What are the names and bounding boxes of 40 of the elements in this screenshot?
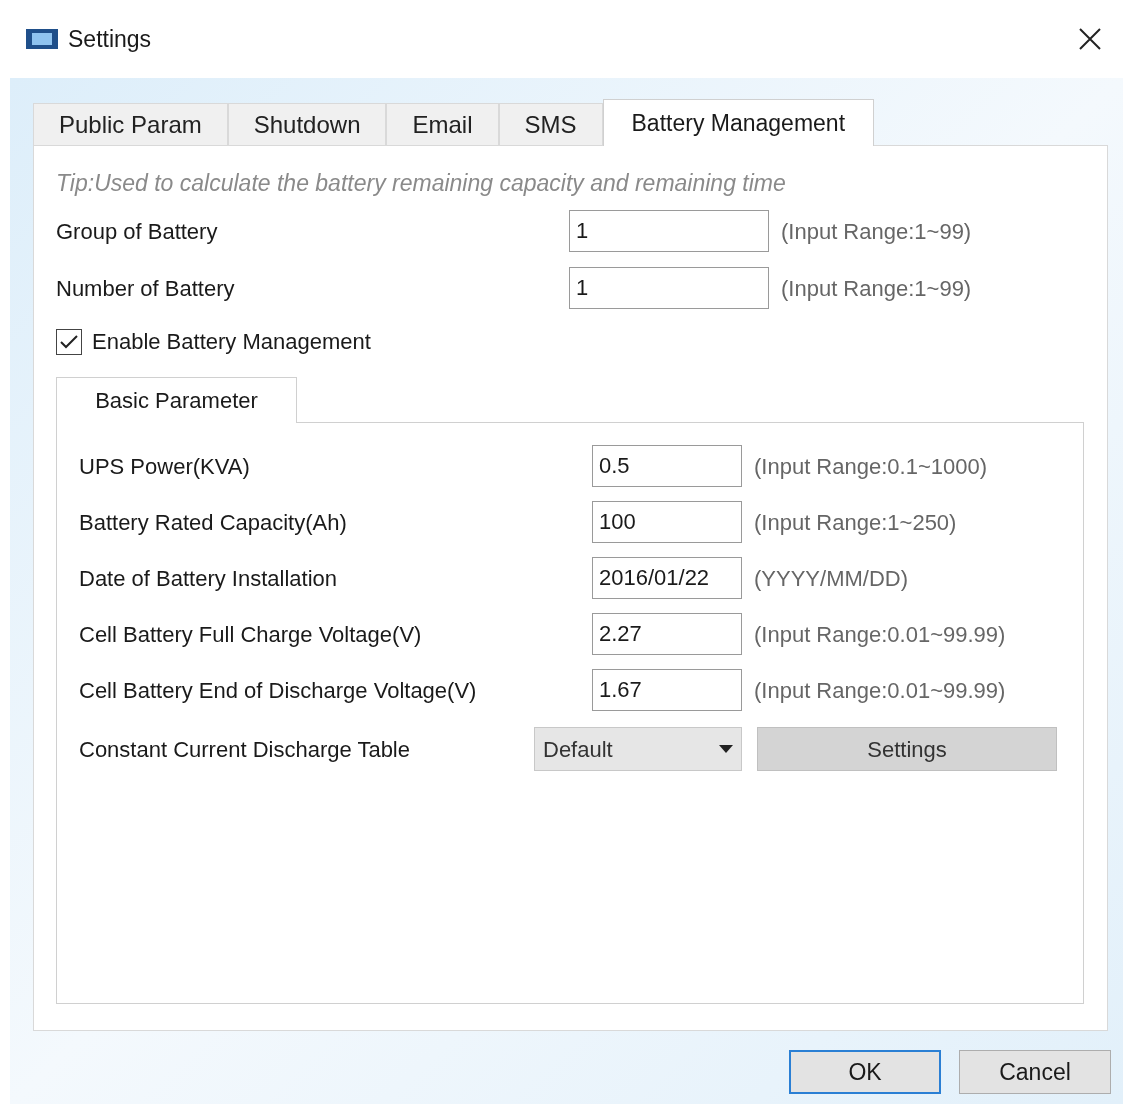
check-icon (59, 333, 79, 350)
input-field[interactable]: 2016/01/22 (592, 557, 742, 599)
checkbox-label: Enable Battery Management (92, 328, 371, 356)
tab[interactable]: Shutdown (227, 103, 387, 145)
range-hint: (Input Range:0.01~99.99) (754, 676, 1006, 705)
range-hint: (Input Range:1~99) (781, 217, 973, 246)
tab[interactable]: Public Param (33, 103, 228, 145)
input-field[interactable]: 1 (569, 267, 769, 309)
dialog-button[interactable]: Cancel (959, 1050, 1111, 1094)
input-field[interactable]: 0.5 (592, 445, 742, 487)
tab[interactable]: Battery Management (602, 99, 875, 146)
dropdown[interactable]: Default (534, 727, 742, 771)
tip-text: Tip:Used to calculate the battery remaining capacity and remaining time (56, 169, 787, 198)
field-label: Group of Battery (56, 217, 219, 246)
settings-button[interactable]: Settings (757, 727, 1057, 771)
parameter-label: Date of Battery Installation (79, 564, 339, 593)
parameter-label: UPS Power(KVA) (79, 452, 251, 481)
input-field[interactable]: 2.27 (592, 613, 742, 655)
parameter-label: Battery Rated Capacity(Ah) (79, 508, 348, 537)
input-field[interactable]: 100 (592, 501, 742, 543)
range-hint: (Input Range:0.01~99.99) (754, 620, 1006, 649)
tab[interactable]: Basic Parameter (56, 377, 297, 423)
range-hint: (Input Range:0.1~1000) (754, 452, 987, 481)
checkbox[interactable] (56, 328, 82, 355)
input-field[interactable]: 1.67 (592, 669, 742, 711)
caret-icon (719, 745, 733, 753)
tab[interactable]: Email (386, 103, 499, 145)
input-field[interactable]: 1 (569, 210, 769, 252)
parameter-label: Constant Current Discharge Table (79, 735, 411, 764)
range-hint: (Input Range:1~250) (754, 508, 957, 537)
dialog-button[interactable]: OK (789, 1050, 941, 1094)
tab[interactable]: SMS (498, 103, 603, 145)
field-label: Number of Battery (56, 274, 236, 303)
window-title: Settings (68, 24, 152, 54)
close-icon (1079, 28, 1101, 50)
parameter-label: Cell Battery Full Charge Voltage(V) (79, 620, 423, 649)
range-hint: (YYYY/MM/DD) (754, 564, 908, 593)
parameter-label: Cell Battery End of Discharge Voltage(V) (79, 676, 478, 705)
range-hint: (Input Range:1~99) (781, 274, 973, 303)
app-icon (26, 29, 58, 49)
